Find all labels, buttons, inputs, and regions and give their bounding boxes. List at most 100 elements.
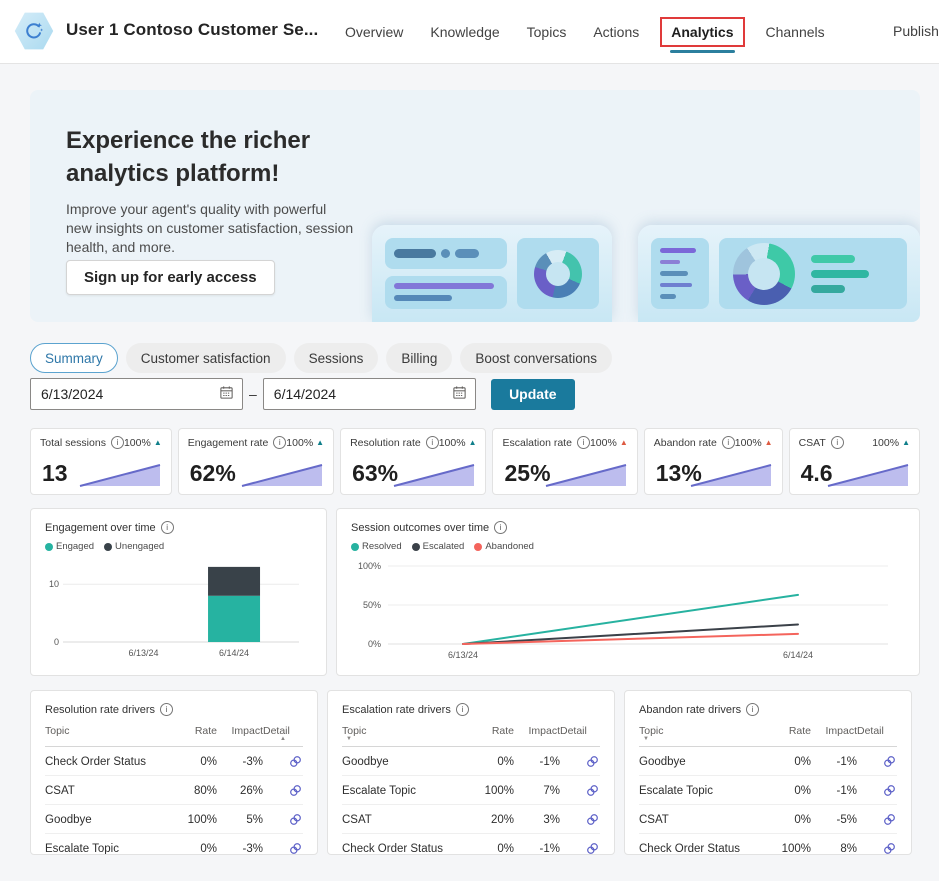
column-header-rate[interactable]: Rate [470, 725, 514, 737]
detail-cell [560, 754, 600, 769]
calendar-icon[interactable] [219, 385, 234, 403]
illustration-bar [660, 260, 680, 265]
topic-cell[interactable]: CSAT [639, 814, 767, 826]
kpi-card-escalation-rate: Escalation rate100%▲25% [492, 428, 637, 495]
kpi-change: 100%▲ [872, 437, 910, 449]
legend-label: Unengaged [115, 541, 164, 552]
detail-link-icon[interactable] [882, 783, 897, 798]
column-header-topic[interactable]: Topic▼ [342, 725, 470, 742]
info-icon[interactable] [426, 436, 439, 449]
topic-cell[interactable]: Goodbye [45, 814, 173, 826]
table-title: Resolution rate drivers [45, 704, 155, 716]
topic-cell[interactable]: Check Order Status [45, 756, 173, 768]
end-date-input[interactable]: 6/14/2024 [263, 378, 476, 410]
kpi-change: 100%▲ [735, 437, 773, 449]
detail-link-icon[interactable] [585, 841, 600, 855]
topic-cell[interactable]: CSAT [45, 785, 173, 797]
info-icon[interactable] [746, 703, 759, 716]
tab-topics[interactable]: Topics [527, 24, 567, 40]
kpi-card-csat: CSAT100%▲4.6 [789, 428, 920, 495]
update-button[interactable]: Update [491, 379, 575, 410]
detail-link-icon[interactable] [585, 812, 600, 827]
tab-knowledge[interactable]: Knowledge [430, 24, 499, 40]
filter-tab-sessions[interactable]: Sessions [294, 343, 379, 373]
detail-link-icon[interactable] [882, 812, 897, 827]
kpi-change-value: 100% [124, 437, 151, 449]
detail-cell [560, 841, 600, 855]
column-header-topic[interactable]: Topic [45, 725, 173, 737]
kpi-header: Abandon rate100%▲ [654, 436, 773, 449]
impact-cell: 26% [217, 785, 263, 797]
filter-tab-customer-satisfaction[interactable]: Customer satisfaction [126, 343, 286, 373]
copilot-agent-logo-icon[interactable] [14, 11, 54, 51]
tab-overview[interactable]: Overview [345, 24, 403, 40]
info-icon[interactable] [831, 436, 844, 449]
detail-link-icon[interactable] [882, 841, 897, 855]
rate-cell: 100% [173, 814, 217, 826]
detail-link-icon[interactable] [288, 754, 303, 769]
trend-up-icon: ▲ [316, 439, 324, 447]
topic-cell[interactable]: Escalate Topic [639, 785, 767, 797]
tab-actions[interactable]: Actions [593, 24, 639, 40]
kpi-change-value: 100% [439, 437, 466, 449]
topic-cell[interactable]: CSAT [342, 814, 470, 826]
topic-cell[interactable]: Escalate Topic [45, 843, 173, 855]
info-icon[interactable] [494, 521, 507, 534]
column-header-rate[interactable]: Rate [173, 725, 217, 737]
table-title-row: Escalation rate drivers [342, 703, 600, 716]
main-nav: Overview Knowledge Topics Actions Analytics C… [345, 0, 825, 63]
svg-text:50%: 50% [363, 600, 381, 610]
info-icon[interactable] [577, 436, 590, 449]
detail-link-icon[interactable] [288, 812, 303, 827]
banner-title: Experience the richer analytics platform… [66, 124, 310, 190]
column-header-detail[interactable]: Detail [857, 725, 897, 737]
column-header-impact[interactable]: Impact [514, 725, 560, 737]
info-icon[interactable] [273, 436, 286, 449]
filter-tab-boost-conversations[interactable]: Boost conversations [460, 343, 612, 373]
column-header-detail[interactable]: Detail [560, 725, 600, 737]
topic-cell[interactable]: Check Order Status [639, 843, 767, 855]
detail-link-icon[interactable] [585, 783, 600, 798]
kpi-header: Resolution rate100%▲ [350, 436, 476, 449]
filter-tab-billing[interactable]: Billing [386, 343, 452, 373]
column-header-detail[interactable]: Detail▲ [263, 725, 303, 742]
illustration-bar [660, 283, 692, 288]
tab-channels[interactable]: Channels [766, 24, 825, 40]
legend-item-abandoned: Abandoned [474, 541, 534, 552]
filter-tab-summary[interactable]: Summary [30, 343, 118, 373]
topic-cell[interactable]: Escalate Topic [342, 785, 470, 797]
info-icon[interactable] [456, 703, 469, 716]
signup-early-access-button[interactable]: Sign up for early access [66, 260, 275, 295]
table-title: Abandon rate drivers [639, 704, 741, 716]
table-row: Check Order Status0%-3% [45, 747, 303, 776]
detail-link-icon[interactable] [288, 783, 303, 798]
sort-ascending-icon: ▲ [280, 737, 286, 742]
legend-dot-icon [412, 543, 420, 551]
column-header-impact[interactable]: Impact [217, 725, 263, 737]
detail-cell [263, 841, 303, 855]
column-header-topic[interactable]: Topic▼ [639, 725, 767, 742]
kpi-card-engagement-rate: Engagement rate100%▲62% [178, 428, 334, 495]
topic-cell[interactable]: Check Order Status [342, 843, 470, 855]
column-header-rate[interactable]: Rate [767, 725, 811, 737]
kpi-label: Resolution rate [350, 437, 421, 449]
calendar-icon[interactable] [452, 385, 467, 403]
detail-link-icon[interactable] [288, 841, 303, 855]
kpi-label: CSAT [799, 437, 826, 449]
info-icon[interactable] [111, 436, 124, 449]
kpi-label: Engagement rate [188, 437, 269, 449]
legend-label: Resolved [362, 541, 402, 552]
tab-analytics[interactable]: Analytics [660, 17, 744, 47]
info-icon[interactable] [161, 521, 174, 534]
engagement-over-time-card: Engagement over timeEngagedUnengaged0106… [30, 508, 327, 676]
topic-cell[interactable]: Goodbye [342, 756, 470, 768]
driver-table-escalation-rate-drivers: Escalation rate drivers Topic▼RateImpactD… [327, 690, 615, 855]
topic-cell[interactable]: Goodbye [639, 756, 767, 768]
info-icon[interactable] [160, 703, 173, 716]
column-header-impact[interactable]: Impact [811, 725, 857, 737]
detail-link-icon[interactable] [585, 754, 600, 769]
info-icon[interactable] [722, 436, 735, 449]
table-row: Goodbye100%5% [45, 805, 303, 834]
detail-link-icon[interactable] [882, 754, 897, 769]
start-date-input[interactable]: 6/13/2024 [30, 378, 243, 410]
